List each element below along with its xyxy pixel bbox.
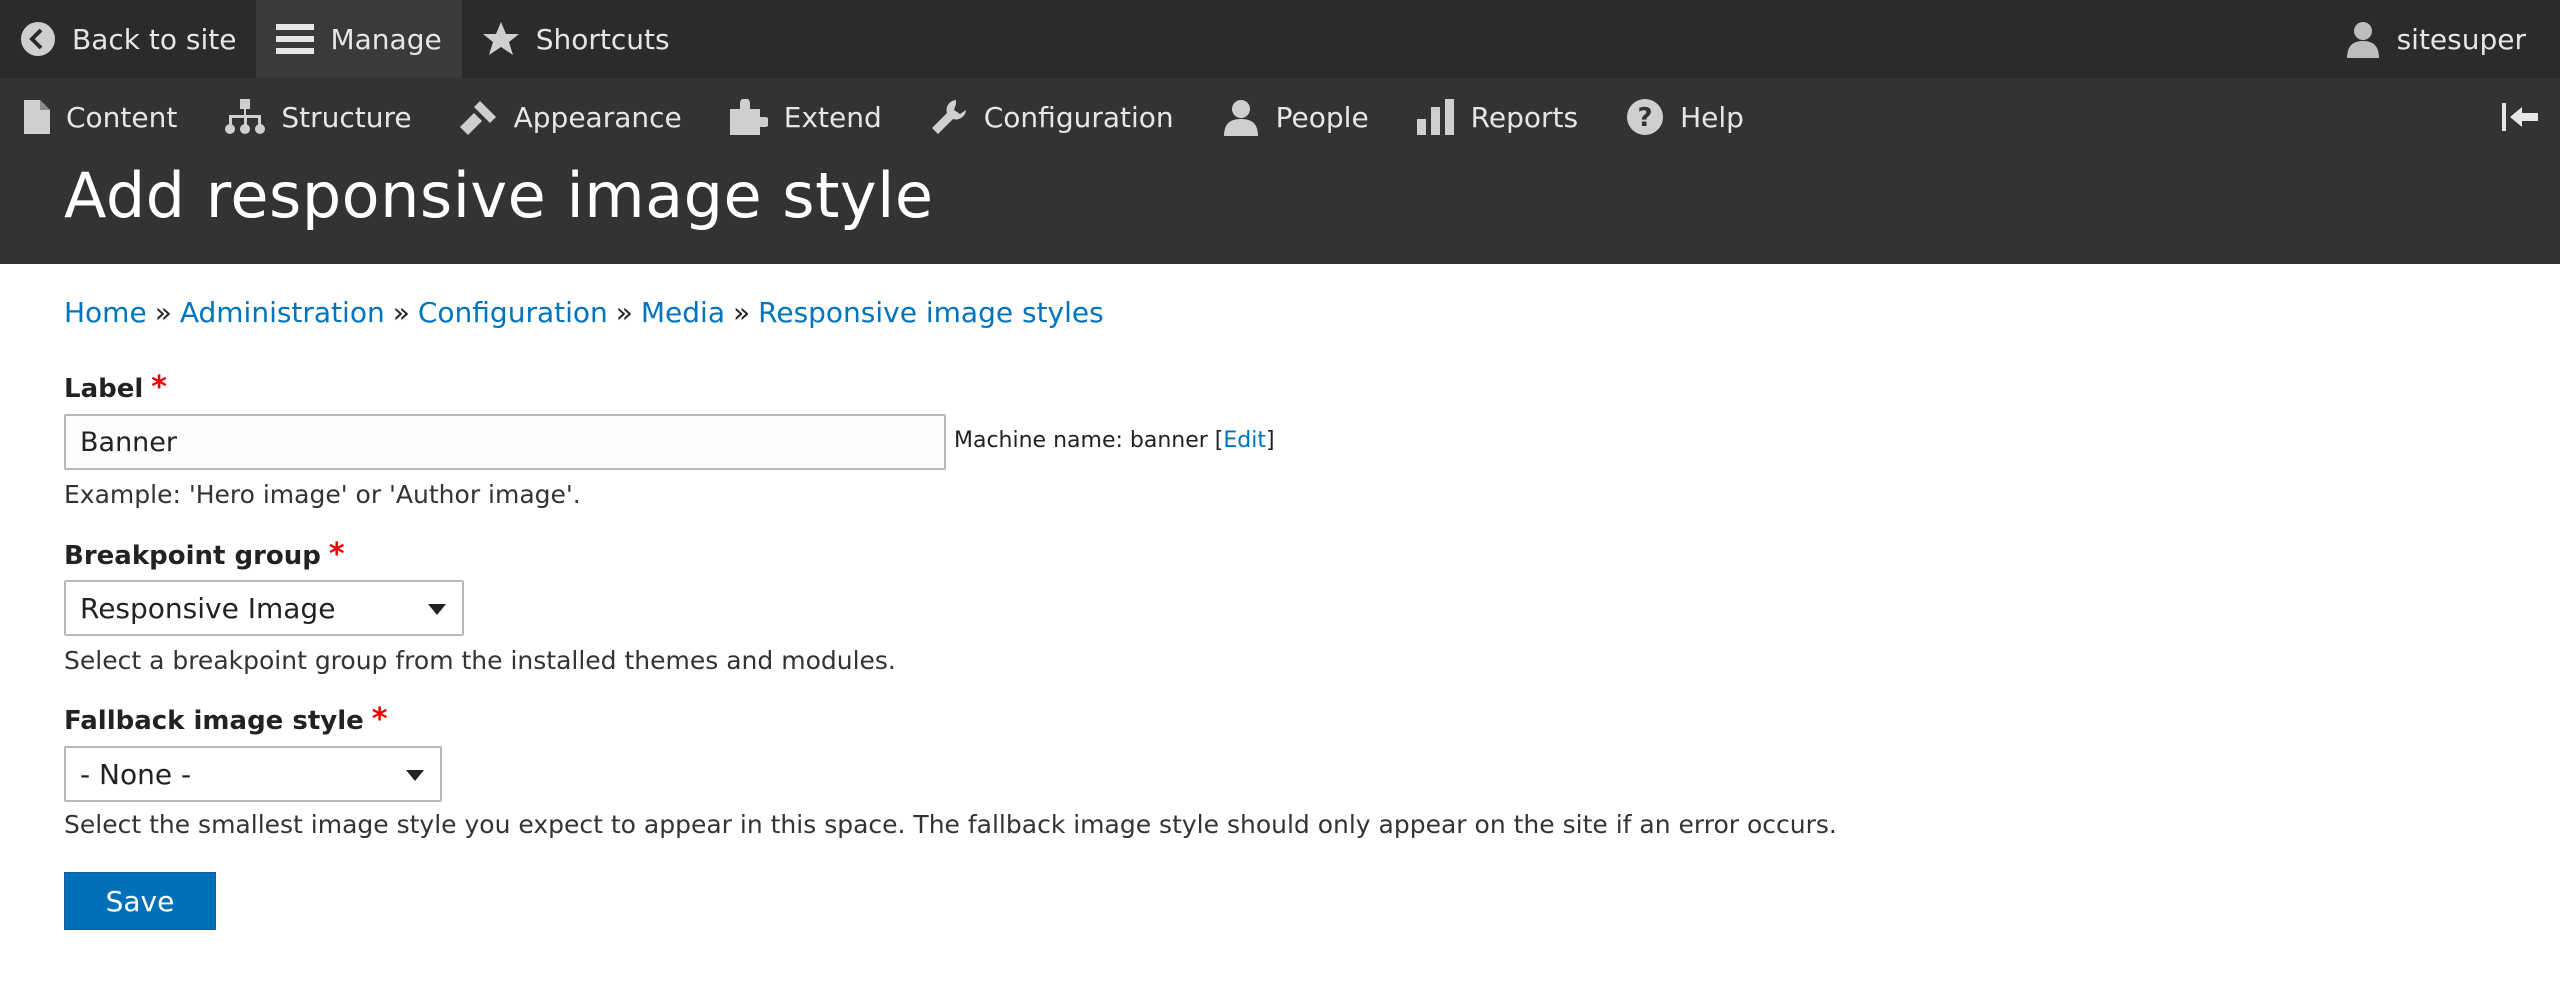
admin-toolbar: Back to site Manage Shortcuts sitesuper [0, 0, 2560, 78]
breakpoint-group-description: Select a breakpoint group from the insta… [64, 646, 896, 675]
menu-item-extend-label: Extend [783, 100, 882, 134]
menu-item-structure-label: Structure [281, 100, 412, 134]
breadcrumb-link-configuration[interactable]: Configuration [418, 296, 608, 329]
menu-item-reports-label: Reports [1470, 100, 1579, 134]
breakpoint-group-label: Breakpoint group [64, 541, 321, 571]
star-icon [482, 21, 520, 57]
label-field-label-row: Label * [64, 370, 167, 405]
breakpoint-group-selected: Responsive Image [80, 591, 336, 625]
dropdown-arrow-icon [428, 604, 446, 615]
user-icon [2345, 20, 2381, 58]
breadcrumb-link-media[interactable]: Media [641, 296, 725, 329]
breadcrumb-link-administration[interactable]: Administration [180, 296, 385, 329]
manage-tab[interactable]: Manage [256, 0, 462, 78]
menu-item-reports[interactable]: Reports [1393, 78, 1602, 156]
required-marker: * [328, 537, 345, 572]
chevron-left-circle-icon [20, 21, 56, 57]
person-icon [1222, 98, 1260, 136]
menu-item-appearance-label: Appearance [513, 100, 682, 134]
fallback-style-label-row: Fallback image style * [64, 702, 387, 737]
document-icon [24, 100, 50, 134]
label-field-description: Example: 'Hero image' or 'Author image'. [64, 480, 581, 509]
fallback-style-select[interactable]: - None - [64, 746, 442, 802]
breadcrumb-separator: » [615, 296, 633, 329]
breadcrumb: Home» Administration» Configuration» Media»… [64, 296, 1104, 329]
admin-menu-tray: Content Structure Appearance Extend Conf… [0, 78, 2560, 156]
shortcuts-tab[interactable]: Shortcuts [462, 0, 690, 78]
breadcrumb-separator: » [392, 296, 410, 329]
menu-item-extend[interactable]: Extend [706, 78, 906, 156]
machine-name-edit-link[interactable]: Edit [1223, 428, 1266, 453]
required-marker: * [371, 702, 388, 737]
back-to-site-label: Back to site [72, 22, 237, 56]
breakpoint-group-select[interactable]: Responsive Image [64, 580, 464, 636]
menu-item-configuration-label: Configuration [983, 100, 1174, 134]
required-marker: * [151, 370, 167, 405]
fallback-style-description: Select the smallest image style you expe… [64, 810, 1837, 839]
menu-item-content[interactable]: Content [0, 78, 201, 156]
menu-item-help-label: Help [1680, 100, 1744, 134]
save-button[interactable]: Save [64, 872, 216, 930]
menu-item-appearance[interactable]: Appearance [436, 78, 706, 156]
breadcrumb-separator: » [733, 296, 751, 329]
fallback-style-selected: - None - [80, 757, 192, 791]
menu-item-structure[interactable]: Structure [201, 78, 435, 156]
menu-item-configuration[interactable]: Configuration [906, 78, 1198, 156]
wrench-icon [930, 98, 968, 136]
hamburger-menu-icon [276, 22, 315, 56]
label-field-label: Label [64, 374, 144, 404]
svg-text:?: ? [1638, 103, 1653, 133]
breadcrumb-link-home[interactable]: Home [64, 296, 147, 329]
manage-label: Manage [330, 22, 442, 56]
machine-name-text: Machine name: banner [Edit] [954, 428, 1275, 453]
menu-item-content-label: Content [66, 100, 178, 134]
puzzle-icon [729, 99, 768, 135]
collapse-toolbar-button[interactable] [2500, 100, 2540, 138]
machine-name-suffix: ] [1265, 428, 1275, 453]
dropdown-arrow-icon [406, 770, 424, 781]
breadcrumb-link-responsive-image-styles[interactable]: Responsive image styles [758, 296, 1104, 329]
bar-chart-icon [1416, 99, 1455, 135]
fallback-style-label: Fallback image style [64, 706, 364, 736]
username-label: sitesuper [2396, 22, 2526, 56]
sitemap-icon [225, 99, 266, 135]
paintbrush-icon [459, 99, 498, 135]
menu-item-help[interactable]: ? Help [1602, 78, 1768, 156]
menu-item-people[interactable]: People [1198, 78, 1393, 156]
page-title: Add responsive image style [64, 159, 934, 232]
label-input[interactable] [64, 414, 946, 470]
help-icon: ? [1626, 98, 1664, 136]
collapse-arrow-icon [2500, 103, 2540, 138]
breakpoint-group-label-row: Breakpoint group * [64, 537, 345, 572]
menu-item-people-label: People [1275, 100, 1369, 134]
user-account-tab[interactable]: sitesuper [2325, 0, 2560, 78]
shortcuts-label: Shortcuts [535, 22, 670, 56]
back-to-site-link[interactable]: Back to site [0, 0, 256, 78]
machine-name-prefix: Machine name: banner [ [954, 428, 1224, 453]
breadcrumb-separator: » [154, 296, 172, 329]
